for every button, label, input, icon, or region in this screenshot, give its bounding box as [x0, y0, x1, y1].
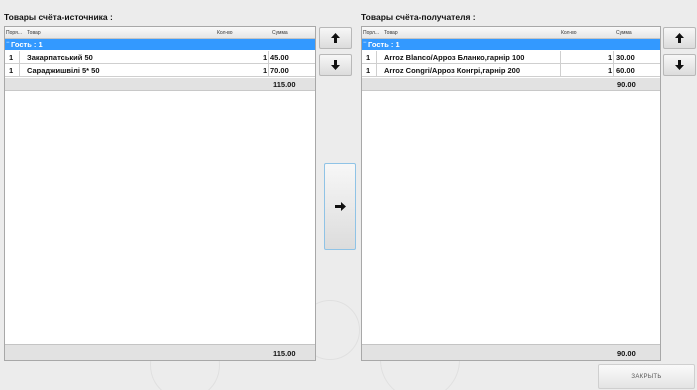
group-total-row: 90.00: [362, 78, 660, 91]
move-down-button-target[interactable]: [663, 54, 696, 76]
arrow-down-icon: [675, 60, 684, 70]
row-qty: 1: [608, 53, 613, 62]
collapse-icon[interactable]: −: [363, 40, 367, 46]
column-header-item[interactable]: Товар: [27, 30, 41, 36]
source-group-row[interactable]: − Гость : 1: [5, 39, 315, 50]
collapse-icon[interactable]: −: [6, 40, 10, 46]
row-order: 1: [9, 53, 14, 62]
column-header-item[interactable]: Товар: [384, 30, 398, 36]
move-up-button-target[interactable]: [663, 27, 696, 49]
group-label: Гость : 1: [368, 40, 400, 49]
column-header-sum[interactable]: Сумма: [616, 30, 632, 36]
close-button[interactable]: ЗАКРЫТЬ: [598, 364, 695, 389]
table-row[interactable]: 1 Arroz Congri/Арроз Конгрі,гарнір 200 1…: [362, 64, 660, 77]
row-order: 1: [366, 53, 371, 62]
row-qty: 1: [263, 53, 268, 62]
row-item: Arroz Blanco/Арроз Бланко,гарнір 100: [384, 53, 525, 62]
source-grid-header: Поря... Товар Кол-во Сумма: [5, 27, 315, 39]
source-items-grid[interactable]: Поря... Товар Кол-во Сумма − Гость : 1 1…: [4, 26, 316, 361]
column-header-order[interactable]: Порл...: [363, 30, 379, 36]
grid-footer: 90.00: [362, 344, 660, 360]
move-down-button-source[interactable]: [319, 54, 352, 76]
source-panel-title: Товары счёта-источника :: [4, 12, 113, 22]
row-item: Сараджишвілі 5* 50: [27, 66, 100, 75]
row-qty: 1: [608, 66, 613, 75]
row-order: 1: [366, 66, 371, 75]
footer-total-value: 90.00: [617, 349, 636, 358]
target-grid-header: Порл... Товар Кол-во Сумма: [362, 27, 660, 39]
table-row[interactable]: 1 Arroz Blanco/Арроз Бланко,гарнір 100 1…: [362, 51, 660, 64]
table-row[interactable]: 1 Закарпатський 50 1 45.00: [5, 51, 315, 64]
group-total-row: 115.00: [5, 78, 315, 91]
group-label: Гость : 1: [11, 40, 43, 49]
row-item: Закарпатський 50: [27, 53, 93, 62]
move-up-button-source[interactable]: [319, 27, 352, 49]
target-group-row[interactable]: − Гость : 1: [362, 39, 660, 50]
group-total-value: 90.00: [617, 80, 636, 89]
column-header-order[interactable]: Поря...: [6, 30, 22, 36]
target-items-grid[interactable]: Порл... Товар Кол-во Сумма − Гость : 1 1…: [361, 26, 661, 361]
row-sum: 45.00: [270, 53, 289, 62]
row-qty: 1: [263, 66, 268, 75]
table-row[interactable]: 1 Сараджишвілі 5* 50 1 70.00: [5, 64, 315, 77]
column-header-qty[interactable]: Кол-во: [561, 30, 577, 36]
row-item: Arroz Congri/Арроз Конгрі,гарнір 200: [384, 66, 521, 75]
move-to-target-button[interactable]: [324, 163, 356, 250]
row-sum: 30.00: [616, 53, 635, 62]
row-sum: 70.00: [270, 66, 289, 75]
row-sum: 60.00: [616, 66, 635, 75]
column-header-qty[interactable]: Кол-во: [217, 30, 233, 36]
footer-total-value: 115.00: [273, 349, 296, 358]
row-order: 1: [9, 66, 14, 75]
arrow-up-icon: [675, 33, 684, 43]
column-header-sum[interactable]: Сумма: [272, 30, 288, 36]
grid-footer: 115.00: [5, 344, 315, 360]
arrow-down-icon: [331, 60, 340, 70]
group-total-value: 115.00: [273, 80, 296, 89]
target-panel-title: Товары счёта-получателя :: [361, 12, 476, 22]
arrow-right-icon: [334, 202, 346, 211]
arrow-up-icon: [331, 33, 340, 43]
